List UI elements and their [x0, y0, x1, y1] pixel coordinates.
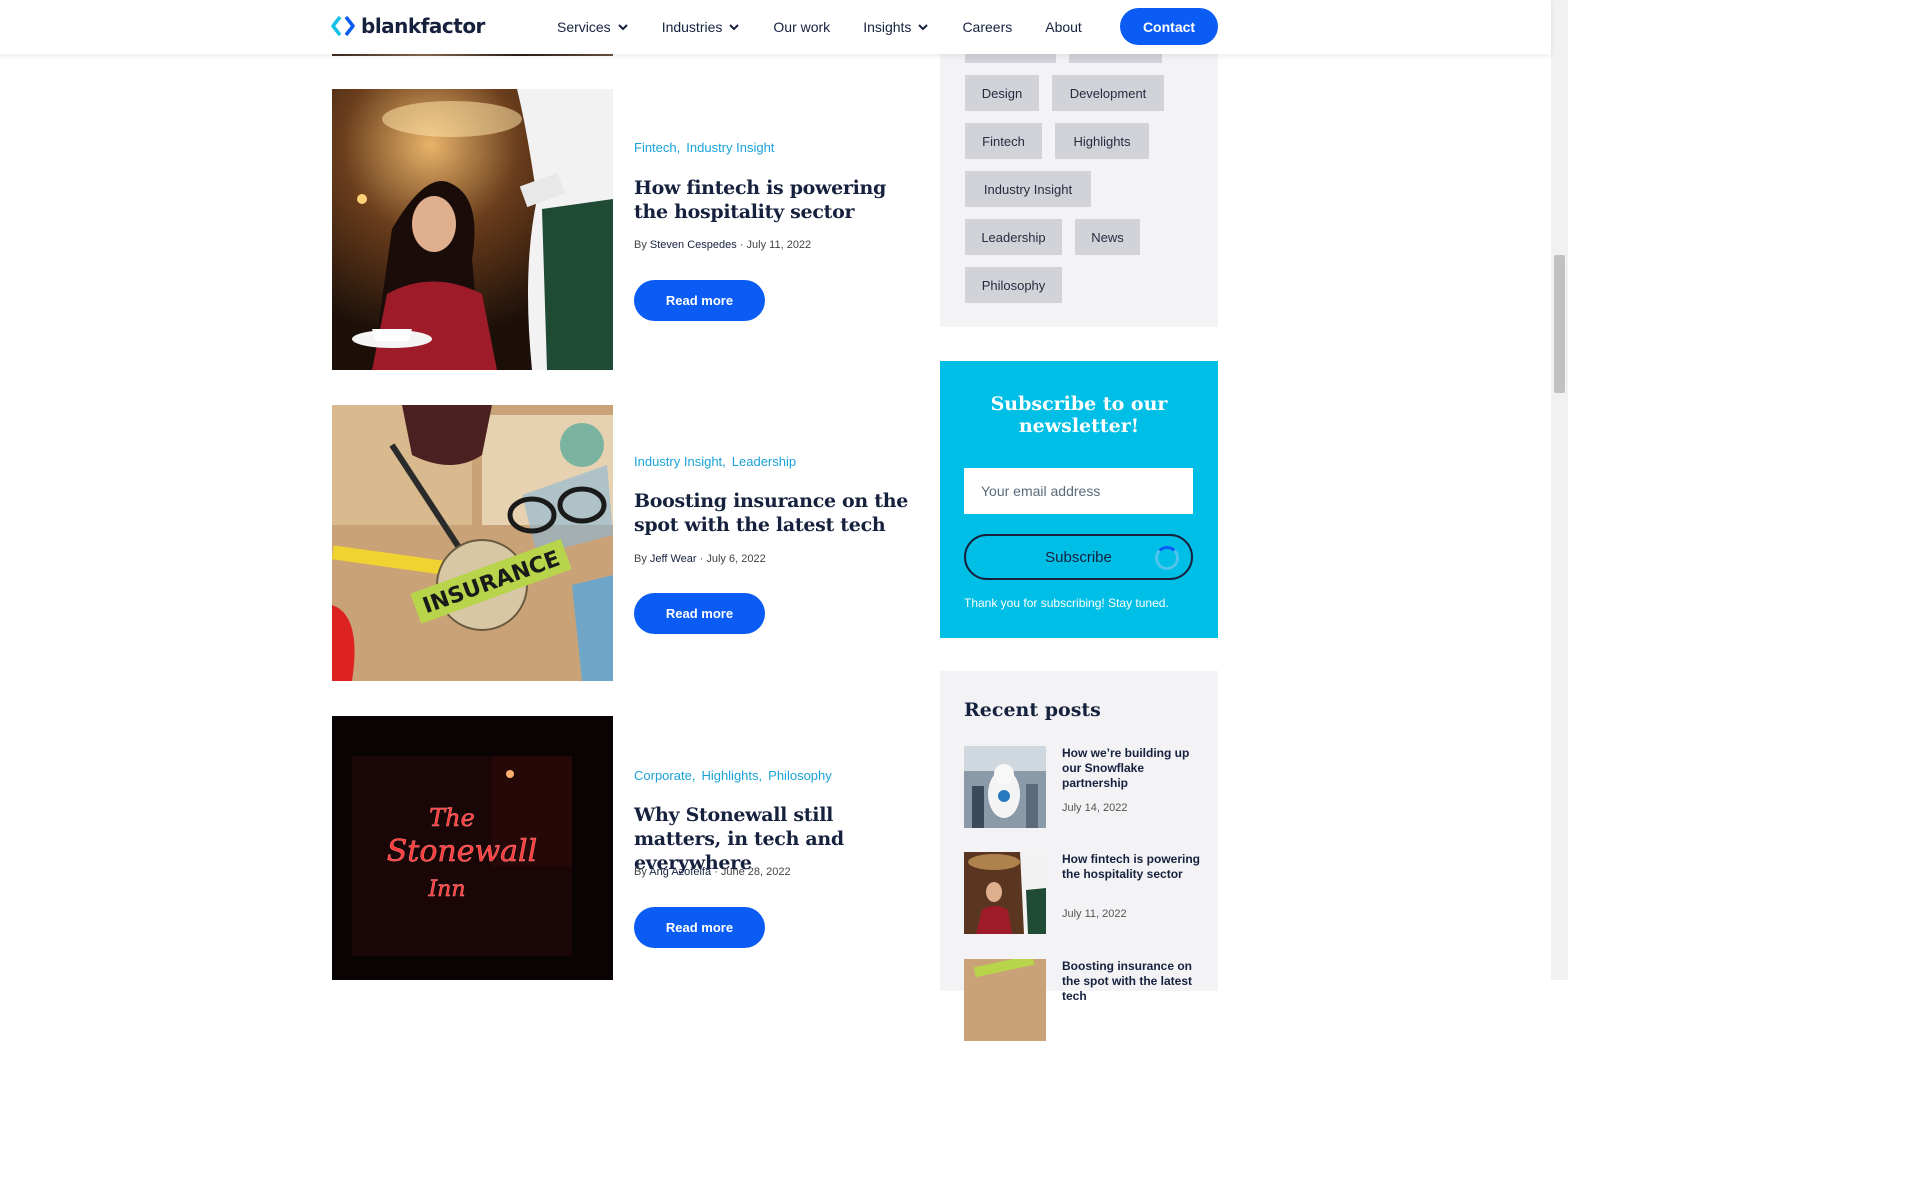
- post-date: June 28, 2022: [720, 866, 791, 878]
- tag-industry-insight[interactable]: Industry Insight: [965, 171, 1091, 207]
- post-byline: By Steven Cespedes · July 11, 2022: [634, 239, 812, 251]
- chevron-down-icon: [729, 24, 740, 31]
- subscribe-label: Subscribe: [1045, 548, 1112, 566]
- post-author[interactable]: Ang Azofeifa: [649, 866, 711, 878]
- recent-post-thumbnail[interactable]: [964, 746, 1046, 828]
- post-image-stonewall[interactable]: The Stonewall Inn: [332, 716, 613, 980]
- recent-post-thumbnail[interactable]: [964, 959, 1046, 1041]
- nav-insights[interactable]: Insights: [863, 19, 929, 35]
- subscribe-confirmation: Thank you for subscribing! Stay tuned.: [964, 596, 1169, 610]
- category-link[interactable]: Philosophy: [768, 768, 832, 783]
- stonewall-neon-line2: Stonewall: [387, 834, 538, 869]
- newsletter-title: Subscribe to our newsletter!: [990, 393, 1168, 437]
- by-label: By: [634, 239, 647, 251]
- category-link[interactable]: Leadership: [732, 454, 796, 469]
- category-link[interactable]: Industry Insight: [634, 454, 722, 469]
- post-categories: Fintech, Industry Insight: [634, 140, 775, 155]
- nav-label: Careers: [962, 19, 1013, 35]
- category-link[interactable]: Fintech: [634, 140, 677, 155]
- post-title[interactable]: Boosting insurance on the spot with the …: [634, 489, 924, 537]
- tag-philosophy[interactable]: Philosophy: [965, 267, 1062, 303]
- nav-label: Industries: [661, 19, 723, 35]
- nav-industries[interactable]: Industries: [662, 19, 741, 35]
- recent-post-item[interactable]: How we’re building up our Snowflake part…: [964, 746, 1204, 836]
- category-link[interactable]: Corporate: [634, 768, 692, 783]
- stonewall-neon-line1: The: [429, 804, 475, 832]
- logo-icon: [331, 15, 355, 37]
- site-header: blankfactor Services Industries Our work…: [0, 0, 1551, 54]
- nav-careers[interactable]: Careers: [962, 19, 1012, 35]
- tag-news[interactable]: News: [1075, 219, 1140, 255]
- post-categories: Industry Insight, Leadership: [634, 454, 797, 469]
- post-categories: Corporate, Highlights, Philosophy: [634, 768, 832, 783]
- tag-partial-2[interactable]: [1069, 54, 1162, 63]
- tag-leadership[interactable]: Leadership: [965, 219, 1062, 255]
- post-author[interactable]: Steven Cespedes: [650, 239, 737, 251]
- recent-post-date: July 14, 2022: [1062, 802, 1128, 814]
- logo-text: blankfactor: [361, 14, 485, 38]
- nav-label: Insights: [863, 19, 912, 35]
- nav-label: Services: [557, 19, 611, 35]
- main-nav: Services Industries Our work Insights Ca…: [557, 0, 1115, 54]
- nav-services[interactable]: Services: [557, 19, 629, 35]
- post-image-hospitality[interactable]: [332, 89, 613, 370]
- post-author[interactable]: Jeff Wear: [650, 553, 697, 565]
- tag-highlights[interactable]: Highlights: [1055, 123, 1149, 159]
- recent-post-thumbnail[interactable]: [964, 852, 1046, 934]
- nav-about[interactable]: About: [1045, 19, 1082, 35]
- category-link[interactable]: Highlights: [701, 768, 758, 783]
- recent-post-title[interactable]: Boosting insurance on the spot with the …: [1062, 959, 1202, 1004]
- nav-label: About: [1045, 19, 1082, 35]
- nav-our-work[interactable]: Our work: [773, 19, 830, 35]
- post-date: July 11, 2022: [746, 239, 812, 251]
- by-label: By: [634, 553, 647, 565]
- contact-button[interactable]: Contact: [1120, 8, 1218, 45]
- post-title[interactable]: Why Stonewall still matters, in tech and…: [634, 803, 924, 875]
- stonewall-neon-line3: Inn: [427, 877, 465, 902]
- category-link[interactable]: Industry Insight: [686, 140, 774, 155]
- tag-fintech[interactable]: Fintech: [965, 123, 1042, 159]
- tag-design[interactable]: Design: [965, 75, 1039, 111]
- tag-development[interactable]: Development: [1052, 75, 1164, 111]
- read-more-button[interactable]: Read more: [634, 280, 765, 321]
- read-more-button[interactable]: Read more: [634, 907, 765, 948]
- recent-post-item[interactable]: Boosting insurance on the spot with the …: [964, 959, 1204, 1049]
- recent-post-title[interactable]: How fintech is powering the hospitality …: [1062, 852, 1202, 882]
- newsletter-panel: Subscribe to our newsletter! Your email …: [940, 361, 1218, 638]
- nav-label: Our work: [773, 19, 831, 35]
- recent-post-date: July 11, 2022: [1062, 908, 1127, 920]
- scrollbar-thumb[interactable]: [1554, 255, 1565, 393]
- chevron-down-icon: [617, 24, 628, 31]
- subscribe-button[interactable]: Subscribe: [964, 534, 1193, 580]
- recent-posts-title: Recent posts: [964, 699, 1101, 721]
- post-byline: By Ang Azofeifa · June 28, 2022: [634, 866, 791, 878]
- loading-spinner-icon: [1155, 546, 1179, 570]
- tags-panel: Design Development Fintech Highlights In…: [940, 54, 1218, 327]
- recent-posts-panel: Recent posts How we’re building up our S…: [940, 671, 1218, 1041]
- email-input[interactable]: Your email address: [964, 468, 1193, 514]
- tag-partial-1[interactable]: [965, 54, 1056, 63]
- post-image-insurance[interactable]: INSURANCE: [332, 405, 613, 681]
- recent-post-title[interactable]: How we’re building up our Snowflake part…: [1062, 746, 1202, 791]
- recent-post-item[interactable]: How fintech is powering the hospitality …: [964, 852, 1204, 942]
- page-scrollbar[interactable]: [1551, 0, 1568, 980]
- post-date: July 6, 2022: [706, 553, 766, 565]
- by-label: By: [634, 866, 647, 878]
- chevron-down-icon: [918, 24, 929, 31]
- logo[interactable]: blankfactor: [331, 14, 485, 38]
- post-byline: By Jeff Wear · July 6, 2022: [634, 553, 766, 565]
- post-title[interactable]: How fintech is powering the hospitality …: [634, 176, 924, 224]
- read-more-button[interactable]: Read more: [634, 593, 765, 634]
